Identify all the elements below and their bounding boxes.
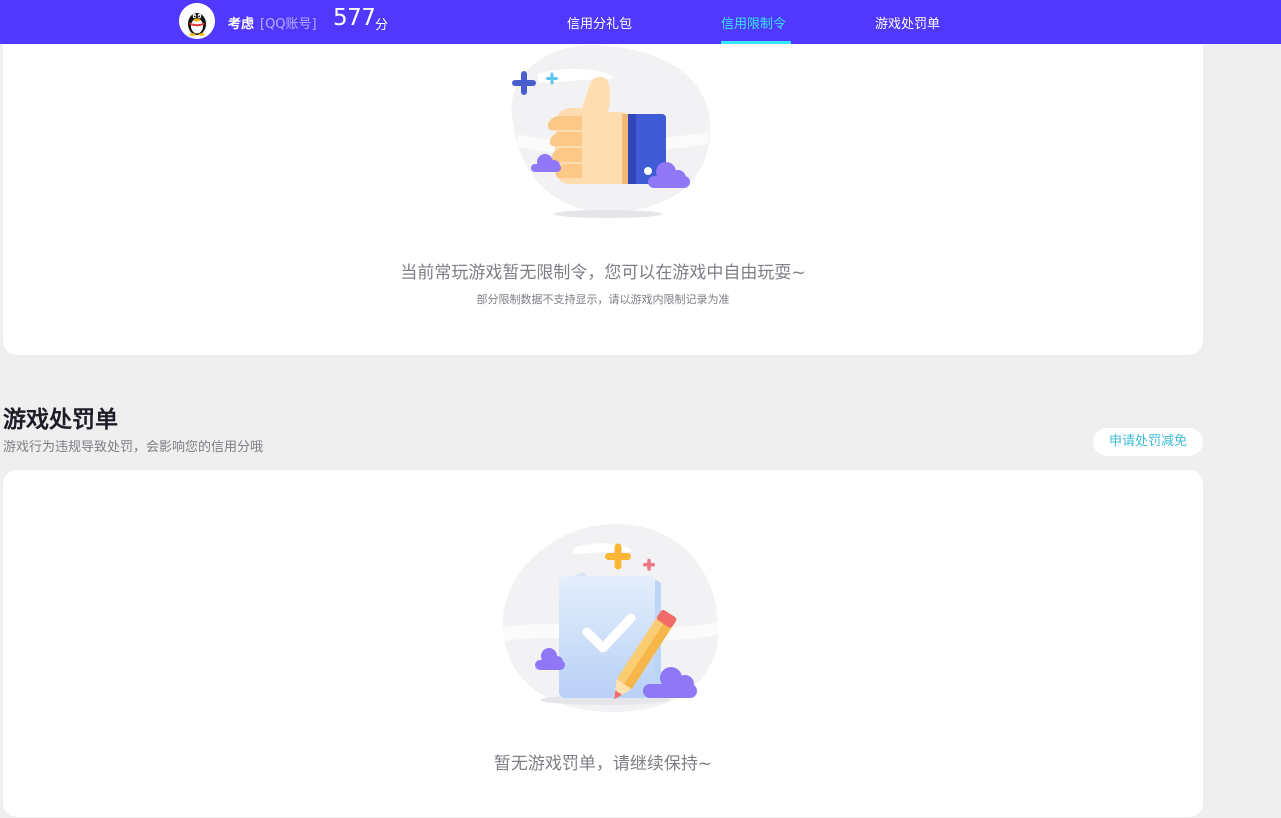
restriction-card: 当前常玩游戏暂无限制令，您可以在游戏中自由玩耍~ 部分限制数据不支持显示，请以游… (3, 0, 1203, 355)
top-nav-bar: 考虑 [QQ账号] 577 分 信用分礼包 信用限制令 游戏处罚单 (0, 0, 1281, 44)
penalty-card: 暂无游戏罚单，请继续保持~ (3, 470, 1203, 817)
active-tab-indicator (721, 41, 791, 44)
restriction-empty-message: 当前常玩游戏暂无限制令，您可以在游戏中自由玩耍~ (400, 263, 806, 283)
penalty-section-title: 游戏处罚单 (3, 407, 118, 433)
tab-game-penalty[interactable]: 游戏处罚单 (875, 13, 940, 32)
tab-credit-gift[interactable]: 信用分礼包 (567, 13, 632, 32)
qq-avatar-icon[interactable] (179, 3, 215, 39)
restriction-data-note: 部分限制数据不支持显示，请以游戏内限制记录为准 (476, 293, 730, 306)
thumbs-up-illustration-icon (498, 34, 718, 224)
credit-score-unit: 分 (375, 18, 389, 33)
page: 考虑 [QQ账号] 577 分 信用分礼包 信用限制令 游戏处罚单 当前常玩游戏… (0, 0, 1281, 818)
credit-score-value: 577 (333, 5, 376, 31)
penalty-section-description: 游戏行为违规导致处罚，会影响您的信用分哦 (3, 440, 264, 455)
checklist-pencil-illustration-icon (493, 516, 723, 716)
apply-penalty-reduction-button[interactable]: 申请处罚减免 (1093, 428, 1203, 456)
penalty-empty-message: 暂无游戏罚单，请继续保持~ (493, 754, 713, 774)
tab-credit-restriction[interactable]: 信用限制令 (721, 13, 786, 32)
user-name: 考虑 (228, 17, 255, 32)
account-type-label: [QQ账号] (260, 17, 317, 32)
